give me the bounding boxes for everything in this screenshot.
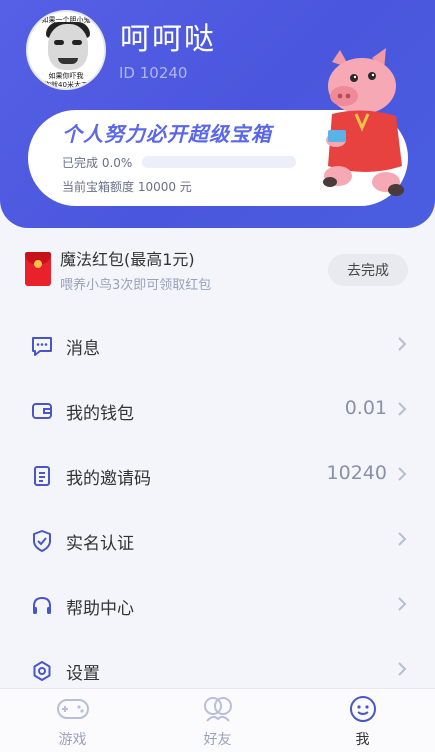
menu-item-messages[interactable]: 消息 xyxy=(0,314,435,379)
headset-icon xyxy=(33,596,51,614)
menu-item-help[interactable]: 帮助中心 xyxy=(0,574,435,639)
chevron-right-icon xyxy=(398,337,407,351)
menu-label: 我的钱包 xyxy=(66,404,134,424)
red-packet-task: 魔法红包(最高1元) 喂养小鸟3次即可领取红包 去完成 xyxy=(0,228,435,306)
red-packet-subtitle: 喂养小鸟3次即可领取红包 xyxy=(60,278,212,293)
chevron-right-icon xyxy=(398,597,407,611)
menu-label: 实名认证 xyxy=(66,534,134,554)
menu-item-wallet[interactable]: 我的钱包 0.01 xyxy=(0,379,435,444)
quota-label: 当前宝箱额度 10000 元 xyxy=(62,180,192,194)
menu-label: 消息 xyxy=(66,339,100,359)
bottom-tab-bar: 游戏 好友 我 xyxy=(0,688,435,752)
task-title: 个人努力必开超级宝箱 xyxy=(62,122,272,146)
avatar-eye-left xyxy=(54,40,64,45)
pig-mascot-icon xyxy=(323,48,404,196)
chevron-right-icon xyxy=(398,402,407,416)
gamepad-icon xyxy=(57,699,89,719)
menu-label: 帮助中心 xyxy=(66,599,134,619)
red-packet-icon xyxy=(25,252,51,286)
friends-icon xyxy=(204,697,232,722)
tab-me[interactable]: 我 xyxy=(290,689,435,752)
message-icon xyxy=(32,337,52,356)
wallet-balance: 0.01 xyxy=(344,397,387,419)
chevron-right-icon xyxy=(398,532,407,546)
avatar[interactable]: 如果一个胆小鬼 如果你吓我 你就40米大刀 xyxy=(26,10,106,90)
tab-games[interactable]: 游戏 xyxy=(0,689,145,752)
avatar-eye-right xyxy=(72,40,82,45)
tab-label: 我 xyxy=(355,732,370,748)
shield-check-icon xyxy=(33,530,51,552)
tab-label: 游戏 xyxy=(58,732,87,748)
wallet-icon xyxy=(32,403,52,419)
tab-label: 好友 xyxy=(203,732,232,748)
menu-label: 我的邀请码 xyxy=(66,469,151,489)
tab-friends[interactable]: 好友 xyxy=(145,689,290,752)
avatar-mouth xyxy=(58,58,78,64)
smiley-icon xyxy=(350,696,376,722)
chevron-right-icon xyxy=(398,467,407,481)
profile-header: 如果一个胆小鬼 如果你吓我 你就40米大刀 呵呵哒 ID 10240 个人努力必… xyxy=(0,0,435,228)
avatar-caption-bottom: 如果你吓我 你就40米大刀 xyxy=(44,72,88,89)
invite-code-value: 10240 xyxy=(326,462,387,484)
settings-menu: 消息 我的钱包 0.01 我的邀请码 10240 实名认证 帮助中心 设置 xyxy=(0,314,435,704)
username: 呵呵哒 xyxy=(120,22,216,57)
progress-label: 已完成 0.0% xyxy=(62,156,133,170)
go-complete-button[interactable]: 去完成 xyxy=(328,254,408,286)
user-id: ID 10240 xyxy=(119,64,188,82)
menu-item-invite-code[interactable]: 我的邀请码 10240 xyxy=(0,444,435,509)
gear-icon xyxy=(33,661,51,681)
red-packet-title: 魔法红包(最高1元) xyxy=(60,250,195,269)
menu-label: 设置 xyxy=(66,664,100,684)
progress-bar xyxy=(142,156,296,168)
menu-item-verify[interactable]: 实名认证 xyxy=(0,509,435,574)
chevron-right-icon xyxy=(398,662,407,676)
invite-code-icon xyxy=(34,466,50,486)
